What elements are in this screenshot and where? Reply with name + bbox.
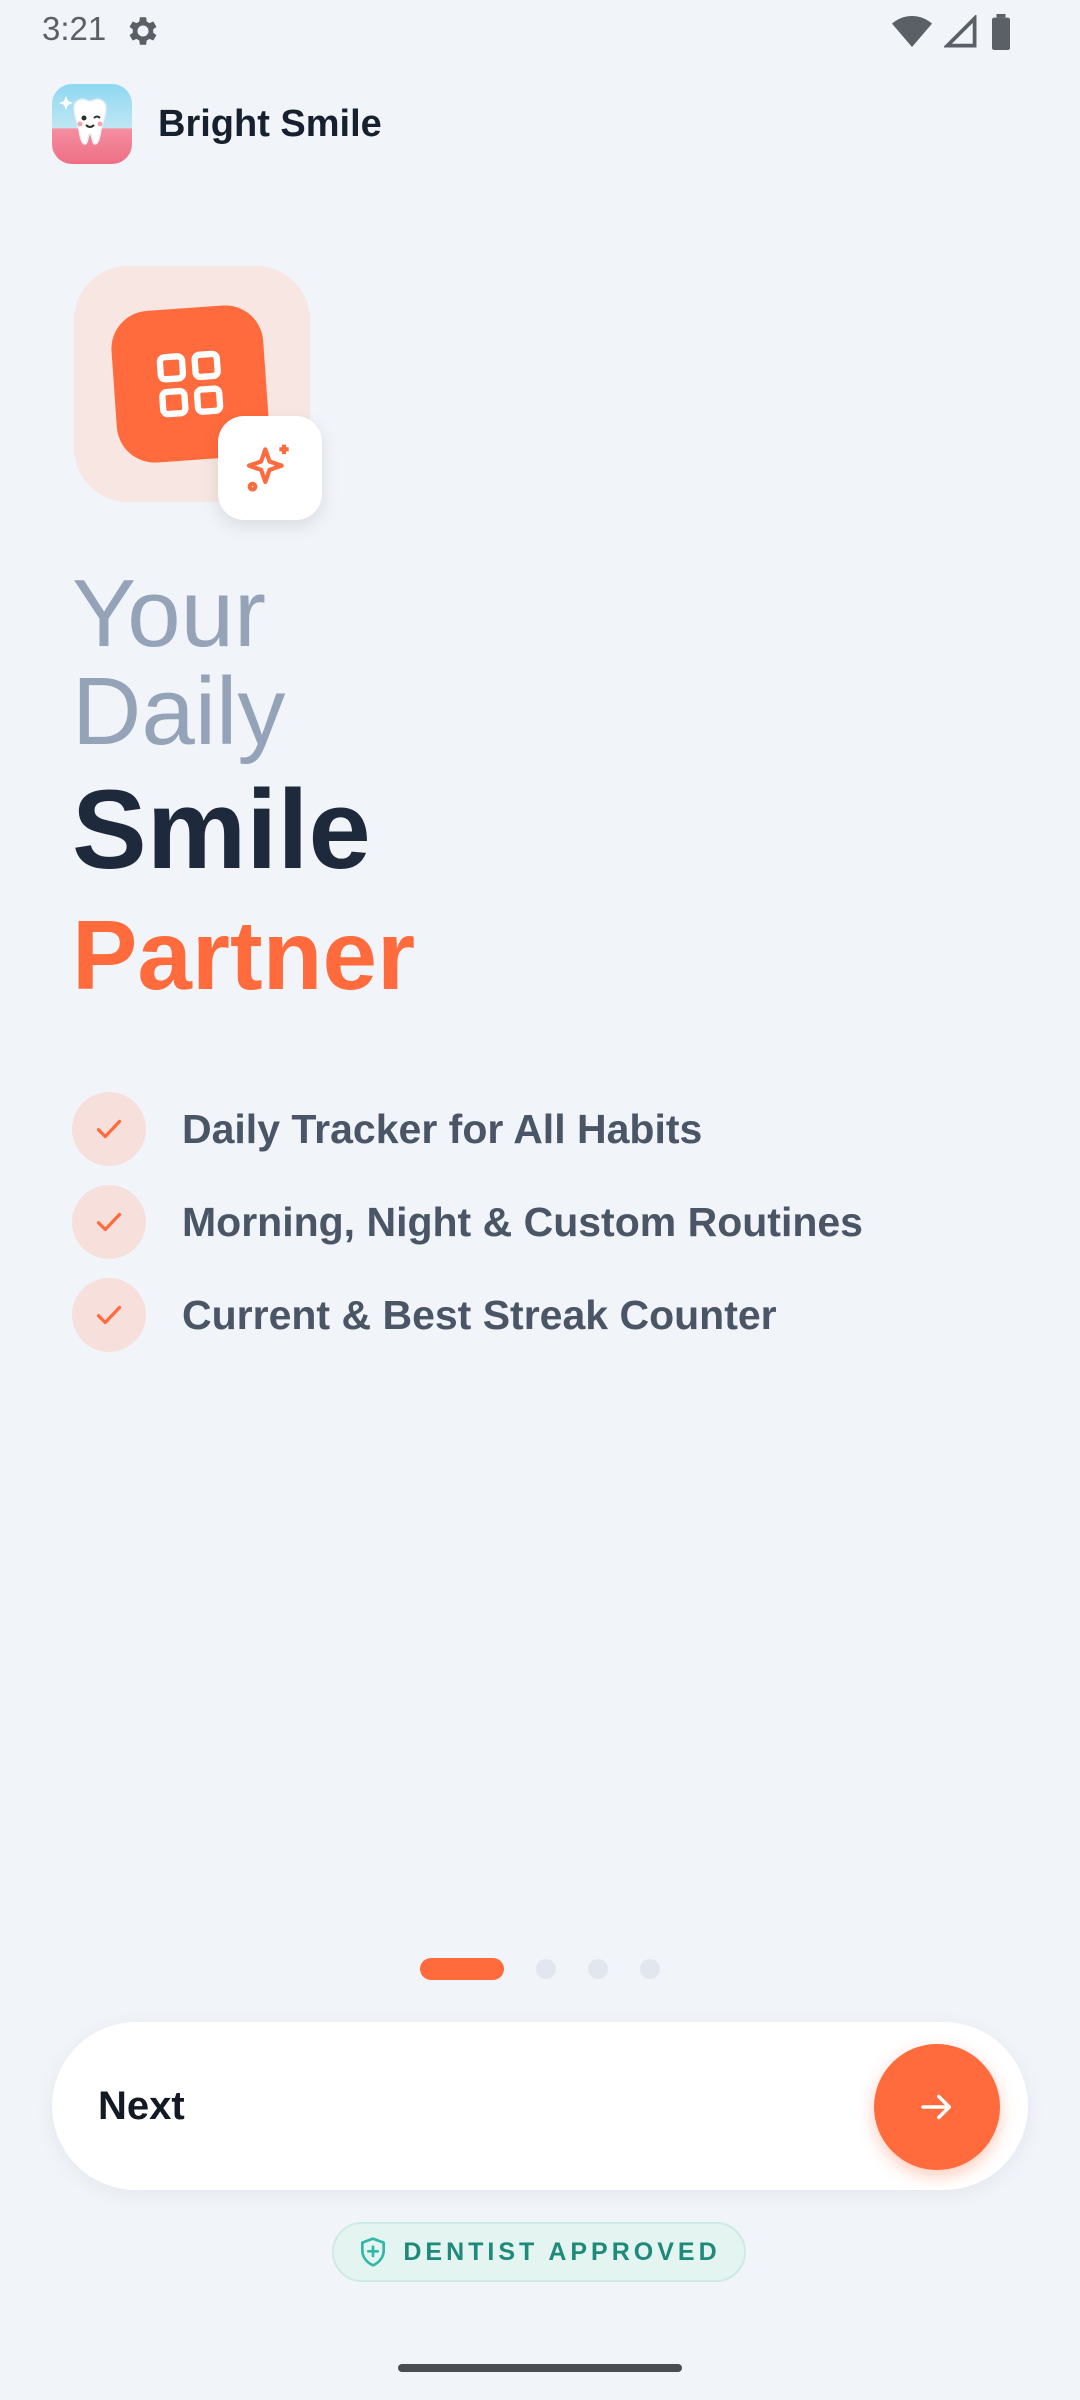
app-name: Bright Smile — [158, 102, 382, 145]
sparkle-icon — [246, 444, 289, 492]
wifi-icon — [892, 16, 932, 47]
headline-smile: Smile — [72, 767, 371, 892]
battery-icon — [992, 14, 1010, 50]
app-logo — [52, 84, 132, 164]
page-dot-active[interactable] — [420, 1958, 504, 1980]
feature-item: Morning, Night & Custom Routines — [72, 1185, 863, 1259]
next-button[interactable]: Next — [52, 2022, 1028, 2190]
app-header: Bright Smile — [52, 84, 382, 164]
page-dot[interactable] — [588, 1959, 608, 1979]
shield-plus-icon — [361, 2237, 386, 2267]
check-icon — [72, 1092, 146, 1166]
headline-partner: Partner — [72, 900, 416, 1010]
feature-label: Daily Tracker for All Habits — [182, 1105, 703, 1152]
gear-icon — [129, 17, 157, 45]
dentist-approved-badge: DENTIST APPROVED — [332, 2222, 746, 2282]
hero-badge — [218, 416, 322, 520]
home-indicator[interactable] — [398, 2364, 682, 2372]
page-indicator — [420, 1958, 660, 1980]
badge-label: DENTIST APPROVED — [403, 2237, 721, 2266]
arrow-right-icon — [921, 2094, 951, 2120]
next-label: Next — [98, 2084, 185, 2128]
feature-label: Morning, Night & Custom Routines — [182, 1198, 863, 1245]
check-icon — [72, 1278, 146, 1352]
status-bar: 3:21 — [0, 0, 1080, 62]
feature-list: Daily Tracker for All Habits Morning, Ni… — [72, 1092, 863, 1371]
headline-your: Your — [72, 560, 266, 667]
status-time: 3:21 — [42, 10, 107, 47]
page-dot[interactable] — [640, 1959, 660, 1979]
headline-daily: Daily — [72, 658, 286, 765]
tooth-logo-icon — [52, 84, 132, 164]
feature-label: Current & Best Streak Counter — [182, 1291, 777, 1338]
signal-icon — [944, 15, 977, 48]
status-icons — [892, 14, 1012, 50]
grid-icon — [156, 350, 224, 418]
feature-item: Current & Best Streak Counter — [72, 1278, 863, 1352]
page-dot[interactable] — [536, 1959, 556, 1979]
hero-illustration — [74, 266, 324, 526]
feature-item: Daily Tracker for All Habits — [72, 1092, 863, 1166]
next-arrow-button[interactable] — [874, 2044, 1000, 2170]
check-icon — [72, 1185, 146, 1259]
